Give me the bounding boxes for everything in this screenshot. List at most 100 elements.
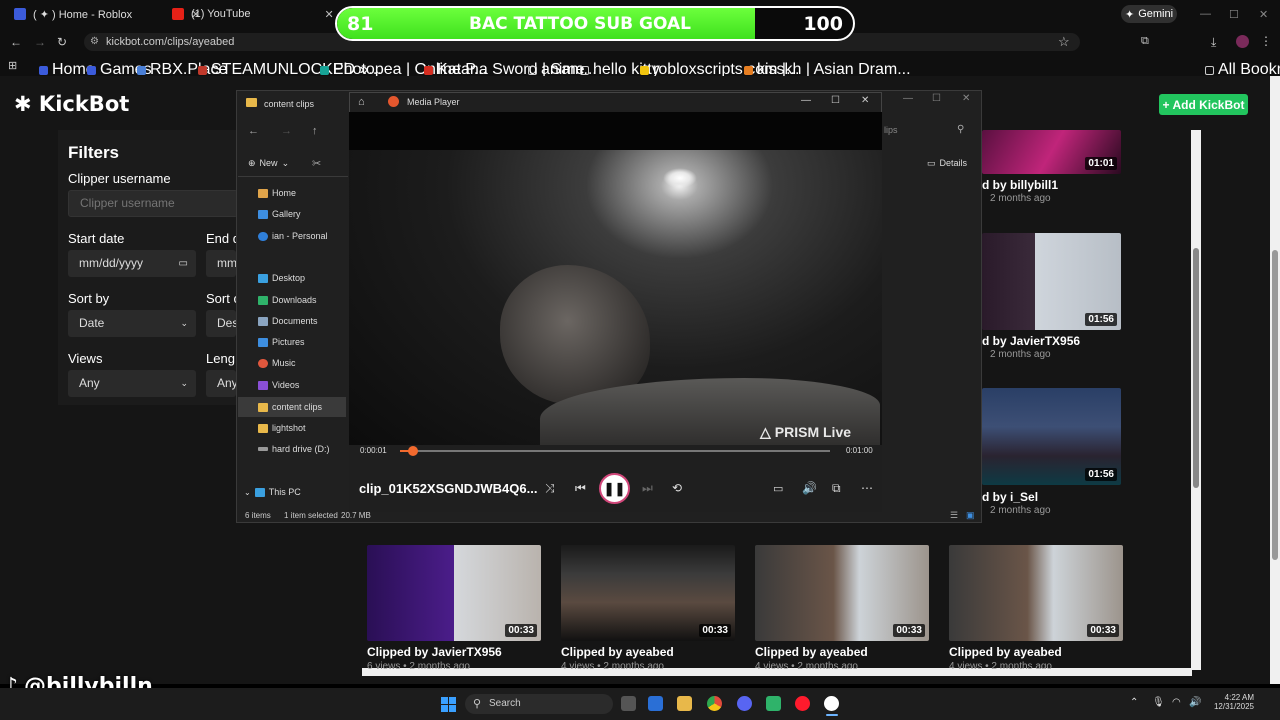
new-button[interactable]: ⊕ New ⌄ [248,158,289,169]
clipper-input[interactable] [68,190,238,217]
chrome-icon[interactable] [707,696,722,711]
captions-icon[interactable]: ▭ [773,482,783,495]
clock[interactable]: 4:22 AM 12/31/2025 [1208,693,1254,711]
media-player-taskbar-icon[interactable] [824,696,839,711]
nav-lightshot[interactable]: lightshot [258,423,306,433]
nav-desktop[interactable]: Desktop [258,273,305,283]
maximize-icon[interactable]: ☐ [831,95,840,106]
clip-thumbnail[interactable]: 01:56 [982,233,1121,330]
scrollbar-thumb[interactable] [1193,248,1199,488]
home-icon[interactable]: ⌂ [358,96,365,108]
nav-music[interactable]: Music [258,358,296,368]
explorer-search[interactable]: lips [884,125,898,135]
back-icon[interactable]: ← [10,35,22,49]
nav-home[interactable]: Home [258,188,296,198]
widgets-icon[interactable] [648,696,663,711]
search-icon[interactable]: ⚲ [957,124,964,135]
previous-icon[interactable]: ⏮ [575,481,586,496]
clip-title[interactable]: Clipped by ayeabed [755,645,868,659]
maximize-icon[interactable]: ☐ [932,93,941,104]
clip-title[interactable]: d by JavierTX956 [982,334,1080,348]
star-icon[interactable]: ☆ [1058,34,1070,50]
clip-title[interactable]: Clipped by JavierTX956 [367,645,502,659]
clip-title[interactable]: Clipped by ayeabed [949,645,1062,659]
file-explorer-icon[interactable] [677,696,692,711]
avatar[interactable] [1236,35,1249,48]
nav-documents[interactable]: Documents [258,316,318,326]
site-logo[interactable]: ✱ KickBot [14,92,129,116]
forward-icon[interactable]: → [34,35,46,49]
list-view-icon[interactable]: ☰ [950,510,958,521]
volume-icon[interactable]: 🔊 [1189,697,1201,708]
volume-icon[interactable]: 🔊 [802,481,817,495]
forward-icon[interactable]: → [281,125,292,137]
maximize-icon[interactable]: ☐ [1229,8,1239,21]
clip-thumbnail[interactable]: 00:33 [755,545,929,641]
opera-icon[interactable] [795,696,810,711]
close-icon[interactable]: ✕ [1259,8,1268,21]
minimize-icon[interactable]: — [1200,8,1211,20]
clip-thumbnail[interactable]: 01:56 [982,388,1121,485]
sort-select[interactable]: Date ⌄ [68,310,196,337]
task-view-icon[interactable] [621,696,636,711]
horizontal-scrollbar[interactable] [362,668,1192,676]
back-icon[interactable]: ← [248,125,259,137]
nav-onedrive[interactable]: ian - Personal [258,231,328,241]
nav-this-pc[interactable]: ⌄ This PC [244,487,301,497]
extensions-icon[interactable]: ⧉ [1141,35,1149,48]
nav-pictures[interactable]: Pictures [258,337,305,347]
minimize-icon[interactable]: — [903,93,913,104]
nav-videos[interactable]: Videos [258,380,299,390]
nav-label: Pictures [272,337,305,347]
gemini-button[interactable]: ✦ Gemini [1121,5,1177,23]
seek-handle[interactable] [407,446,418,456]
nav-content-clips[interactable]: content clips [258,402,322,412]
close-icon[interactable]: ✕ [962,93,970,104]
repeat-off-icon[interactable]: ⟲ [672,481,682,495]
close-icon[interactable]: ✕ [861,95,869,106]
more-options-icon[interactable]: ⋯ [861,481,873,495]
clip-title[interactable]: Clipped by ayeabed [561,645,674,659]
views-select[interactable]: Any ⌄ [68,370,196,397]
clip-thumbnail[interactable]: 00:33 [561,545,735,641]
app-icon[interactable] [766,696,781,711]
clip-thumbnail[interactable]: 00:33 [367,545,541,641]
next-icon[interactable]: ⏭ [642,481,653,496]
pause-button[interactable]: ❚❚ [599,473,630,504]
seek-bar[interactable] [400,450,830,452]
microphone-icon[interactable]: 🎙 [1152,697,1165,708]
length-select[interactable]: Any [206,370,238,397]
close-tab-icon[interactable]: ✕ [325,8,334,21]
reload-icon[interactable]: ↻ [57,35,67,49]
window-scrollbar-thumb[interactable] [1272,250,1278,560]
end-date-input[interactable]: mm [206,250,237,277]
site-info-icon[interactable]: ⚙ [90,36,99,47]
apps-grid-icon[interactable]: ⊞ [8,59,17,72]
menu-icon[interactable]: ⋮ [1260,34,1272,48]
nav-downloads[interactable]: Downloads [258,295,317,305]
nav-gallery[interactable]: Gallery [258,209,301,219]
clip-title[interactable]: d by i_Sel [982,490,1038,504]
tile-view-icon[interactable]: ▣ [966,510,975,521]
minimize-icon[interactable]: — [801,95,811,106]
nav-hard-drive[interactable]: hard drive (D:) [258,444,330,454]
shuffle-icon[interactable]: ⤨ [545,481,555,496]
discord-icon[interactable] [737,696,752,711]
miniplayer-icon[interactable]: ⧉ [832,481,841,496]
clip-thumbnail[interactable]: 00:33 [949,545,1123,641]
wifi-icon[interactable]: ◠ [1172,697,1181,708]
add-kickbot-button[interactable]: + Add KickBot [1159,94,1248,115]
start-icon[interactable] [441,697,456,712]
calendar-icon[interactable]: ▭ [179,250,188,277]
tab-youtube[interactable]: (1) YouTube ✕ [172,2,334,26]
chevron-up-icon[interactable]: ⌃ [1130,697,1138,708]
taskbar-search[interactable]: Search [465,694,613,714]
sort-order-select[interactable]: Des [206,310,238,337]
download-icon[interactable]: ⤓ [1211,35,1216,50]
clip-title[interactable]: d by billybill1 [982,178,1058,192]
up-icon[interactable]: ↑ [312,125,318,137]
details-button[interactable]: ▭ Details [927,158,967,169]
cut-icon[interactable]: ✂ [312,157,321,170]
start-date-input[interactable]: mm/dd/yyyy ▭ [68,250,196,277]
clip-thumbnail[interactable]: 01:01 [982,130,1121,174]
